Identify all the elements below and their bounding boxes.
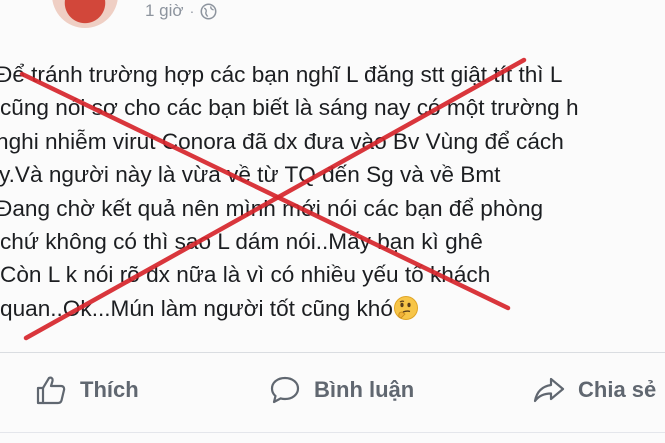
like-label: Thích — [80, 377, 139, 402]
post-timestamp[interactable]: 1 giờ — [145, 1, 184, 21]
divider — [0, 432, 665, 433]
divider — [0, 352, 665, 353]
comment-button[interactable]: Bình luận — [268, 370, 414, 410]
post-line: chứ không có thì sao L dám nói..Mấy bạn … — [0, 229, 483, 255]
post-line: Đang chờ kết quả nên mình mới nói các bạ… — [0, 195, 544, 221]
comment-icon — [270, 376, 300, 404]
post-line: quan..Ok...Mún làm người tốt cũng khó — [0, 295, 393, 321]
post-line: nghi nhiễm virut Conora đã dx đưa vào Bv… — [0, 128, 564, 154]
post-line-last: quan..Ok...Mún làm người tốt cũng khó — [0, 292, 665, 325]
share-icon — [533, 377, 565, 403]
post-actions: Thích Bình luận Chia sẻ — [0, 360, 665, 422]
avatar[interactable] — [52, 0, 118, 28]
facebook-post: 1 giờ · Để tránh trường hợp các bạn nghĩ… — [0, 0, 665, 443]
thinking-face-emoji — [393, 295, 418, 320]
share-label: Chia sẻ — [578, 377, 657, 402]
post-line: cũng nói sơ cho các bạn biết là sáng nay… — [0, 95, 579, 121]
meta-separator: · — [189, 3, 195, 19]
comment-label: Bình luận — [314, 377, 415, 402]
like-button[interactable]: Thích — [34, 370, 139, 410]
thumbs-up-icon — [36, 376, 66, 405]
post-body: Để tránh trường hợp các bạn nghĩ L đăng … — [0, 58, 665, 325]
post-line: Để tránh trường hợp các bạn nghĩ L đăng … — [0, 62, 563, 87]
share-button[interactable]: Chia sẻ — [532, 370, 656, 410]
post-line: Còn L k nói rõ dx nữa là vì có nhiều yếu… — [0, 262, 491, 288]
post-line: ly.Và người này là vừa về từ TQ đến Sg v… — [0, 162, 501, 188]
post-meta: 1 giờ · — [145, 0, 217, 22]
globe-icon[interactable] — [200, 3, 217, 20]
